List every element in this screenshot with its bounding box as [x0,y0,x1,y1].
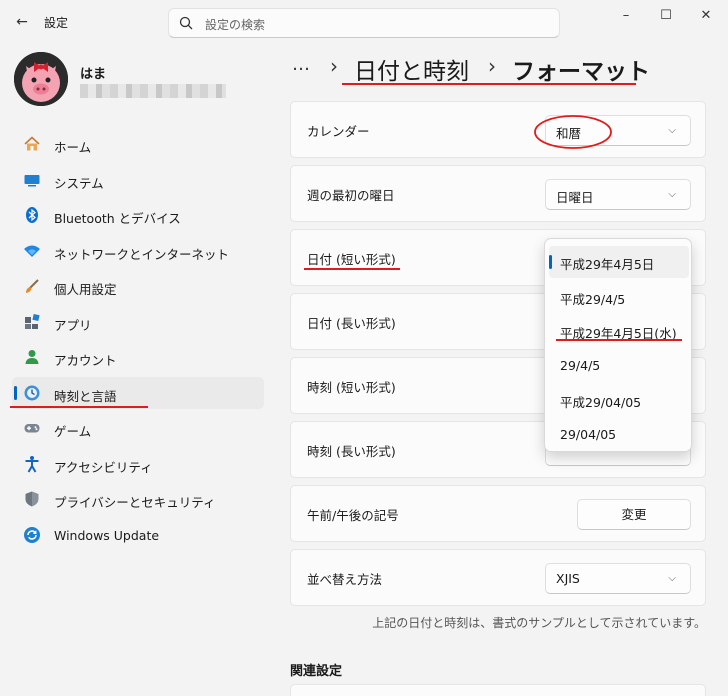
wifi-icon [22,241,42,261]
dropdown-option[interactable]: 平成29年4月5日 [549,246,689,278]
accessibility-icon [22,454,42,474]
sidebar-item-label: アカウント [54,353,117,368]
shield-icon [22,489,42,509]
annotation-underline-short-date [304,268,400,270]
setting-label: 週の最初の曜日 [307,188,395,203]
dropdown-option[interactable]: 平成29/04/05 [549,384,689,416]
sidebar-item-accounts[interactable]: アカウント [12,341,264,373]
apps-icon [22,312,42,332]
first-day-select[interactable]: 日曜日 ⌵ [545,179,691,210]
pig-avatar-icon [14,52,68,106]
sidebar-item-apps[interactable]: アプリ [12,306,264,338]
sidebar-item-label: ネットワークとインターネット [54,246,230,262]
chevron-down-icon: ⌵ [668,189,676,200]
sidebar-item-label: Windows Update [54,527,160,543]
avatar[interactable] [14,52,68,106]
sidebar-item-windows-update[interactable]: Windows Update [12,519,264,551]
close-button[interactable]: ✕ [686,4,726,28]
sample-note: 上記の日付と時刻は、書式のサンプルとして示されています。 [372,616,706,630]
sidebar-item-label: 個人用設定 [54,282,117,297]
sidebar-item-label: Bluetooth とデバイス [54,211,181,226]
setting-label: カレンダー [307,124,370,139]
sidebar-item-label: ゲーム [54,424,92,439]
annotation-underline-breadcrumb [342,83,636,85]
sidebar-item-bluetooth[interactable]: Bluetooth とデバイス [12,199,264,231]
sidebar-item-personalization[interactable]: 個人用設定 [12,270,264,302]
annotation-underline-option [556,339,682,341]
setting-label: 時刻 (短い形式) [307,380,396,395]
sidebar-item-home[interactable]: ホーム [12,128,264,160]
selected-indicator [549,255,552,269]
select-value: 日曜日 [556,190,594,205]
option-label: 平成29/04/05 [560,395,642,410]
user-name: はま [80,67,107,82]
sidebar-item-label: ホーム [54,140,92,155]
annotation-circle-calendar [534,115,612,149]
setting-row-sort: 並べ替え方法 XJIS ⌵ [290,549,706,606]
setting-row-ampm: 午前/午後の記号 変更 [290,485,706,542]
account-icon [22,347,42,367]
breadcrumb-separator: › [488,54,496,78]
dropdown-option[interactable]: 29/4/5 [549,350,689,382]
setting-label: 時刻 (長い形式) [307,444,396,459]
sidebar-item-label: アクセシビリティ [54,459,153,475]
breadcrumb-ellipsis[interactable]: … [292,54,310,75]
annotation-underline-time-language [10,406,148,408]
setting-label: 並べ替え方法 [307,572,383,587]
maximize-button[interactable]: ☐ [646,4,686,28]
setting-label: 午前/午後の記号 [307,508,399,523]
sidebar-item-network[interactable]: ネットワークとインターネット [12,235,264,267]
sidebar-item-label: 時刻と言語 [54,388,117,404]
setting-label: 日付 (短い形式) [307,252,396,267]
sidebar-item-gaming[interactable]: ゲーム [12,412,264,444]
brush-icon [22,276,42,296]
breadcrumb-parent[interactable]: 日付と時刻 [354,52,469,86]
user-email-redacted [80,84,226,98]
sidebar-item-time-language[interactable]: 時刻と言語 [12,376,264,409]
title-bar: ← 設定 設定の検索 – ☐ ✕ [0,0,728,46]
setting-row-first-day: 週の最初の曜日 日曜日 ⌵ [290,165,706,222]
setting-row-calendar: カレンダー 和暦 ⌵ [290,101,706,158]
app-title: 設定 [44,16,69,30]
sidebar-item-label: システム [54,175,104,191]
active-indicator [14,385,17,400]
short-date-dropdown: 平成29年4月5日 平成29/4/5 平成29年4月5日(水) 29/4/5 平… [544,238,692,452]
related-settings-row[interactable] [290,684,706,696]
select-value: XJIS [556,571,580,586]
sort-method-select[interactable]: XJIS ⌵ [545,563,691,594]
sidebar-item-system[interactable]: システム [12,164,264,196]
bluetooth-icon [22,205,42,225]
home-icon [22,134,42,154]
sidebar-item-privacy[interactable]: プライバシーとセキュリティ [12,483,264,515]
search-input[interactable]: 設定の検索 [168,8,560,38]
dropdown-option[interactable]: 29/04/05 [549,419,689,451]
breadcrumb-separator: › [330,54,338,78]
search-placeholder: 設定の検索 [205,18,266,32]
back-arrow-icon[interactable]: ← [12,12,32,32]
option-label: 平成29年4月5日 [560,257,655,272]
sidebar-item-label: アプリ [54,317,92,333]
setting-label: 日付 (長い形式) [307,316,396,331]
related-settings-heading: 関連設定 [290,664,343,679]
search-icon [179,16,193,30]
dropdown-option[interactable]: 平成29年4月5日(水) [549,315,689,347]
sidebar-nav: ホーム システム Bluetooth とデバイス ネットワークとインターネット … [12,128,264,554]
chevron-down-icon: ⌵ [668,125,676,136]
update-icon [22,525,42,545]
minimize-button[interactable]: – [606,4,646,28]
option-label: 29/4/5 [560,358,601,373]
change-ampm-button[interactable]: 変更 [577,499,691,530]
gamepad-icon [22,418,42,438]
sidebar-item-label: プライバシーとセキュリティ [54,495,216,510]
sidebar-item-accessibility[interactable]: アクセシビリティ [12,448,264,480]
system-icon [22,170,42,190]
chevron-down-icon: ⌵ [668,573,676,584]
dropdown-option[interactable]: 平成29/4/5 [549,281,689,313]
time-language-icon [22,383,42,403]
option-label: 29/04/05 [560,427,617,442]
option-label: 平成29/4/5 [560,292,626,307]
page-title: フォーマット [512,59,650,85]
